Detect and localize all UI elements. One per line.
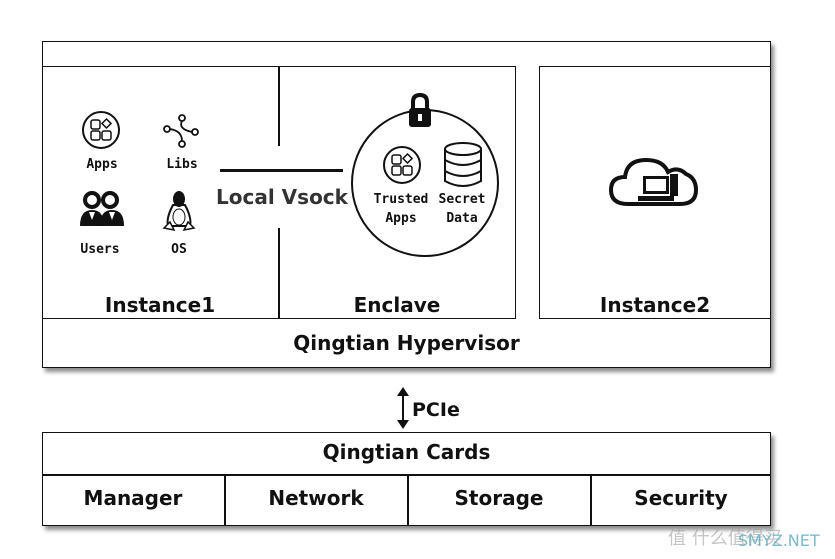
users-label: Users: [80, 242, 120, 257]
hypervisor-label: Qingtian Hypervisor: [293, 331, 520, 355]
vsock-line: [220, 169, 343, 172]
users-icon: [80, 191, 124, 226]
secret-data-line2: Data: [446, 211, 478, 226]
libs-label: Libs: [166, 157, 198, 172]
divider: [278, 66, 280, 146]
cards-label: Qingtian Cards: [322, 440, 491, 464]
os-linux-icon: [162, 191, 196, 232]
card-manager: Manager: [83, 486, 183, 510]
apps-label: Apps: [86, 157, 118, 172]
instance1-label: Instance1: [104, 293, 216, 317]
bidirectional-arrow-icon: [397, 387, 409, 429]
os-label: OS: [171, 242, 187, 257]
database-icon: [444, 142, 482, 187]
watermark-site: SMYZ.NET: [738, 531, 820, 550]
card-storage: Storage: [454, 486, 544, 510]
cloud-computer-icon: [608, 157, 699, 206]
instance2-label: Instance2: [599, 293, 711, 317]
secret-data-line1: Secret: [438, 192, 486, 207]
trusted-apps-icon: [383, 146, 421, 184]
lock-icon: [409, 92, 431, 127]
apps-icon: [82, 111, 120, 149]
card-security: Security: [634, 486, 728, 510]
enclave-label: Enclave: [353, 293, 441, 317]
vsock-label: Local Vsock: [216, 185, 348, 209]
card-network: Network: [268, 486, 364, 510]
libs-icon: [163, 114, 199, 148]
pcie-label: PCIe: [412, 399, 460, 421]
